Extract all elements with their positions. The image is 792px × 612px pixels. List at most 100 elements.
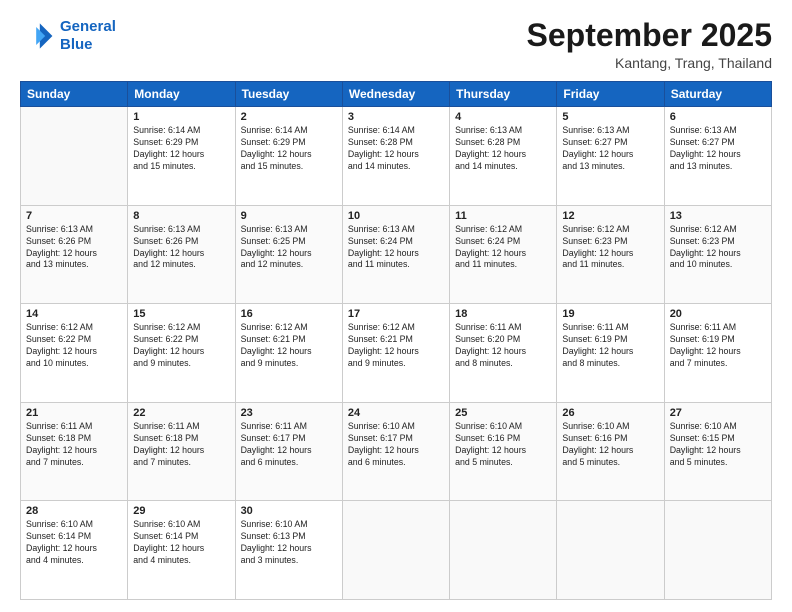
calendar-week-row: 21Sunrise: 6:11 AM Sunset: 6:18 PM Dayli… — [21, 402, 772, 501]
location-subtitle: Kantang, Trang, Thailand — [527, 55, 772, 71]
calendar-cell — [664, 501, 771, 600]
month-title: September 2025 — [527, 18, 772, 53]
calendar-cell: 18Sunrise: 6:11 AM Sunset: 6:20 PM Dayli… — [450, 304, 557, 403]
calendar-cell: 21Sunrise: 6:11 AM Sunset: 6:18 PM Dayli… — [21, 402, 128, 501]
day-number: 25 — [455, 407, 551, 419]
day-number: 13 — [670, 210, 766, 222]
calendar-cell: 16Sunrise: 6:12 AM Sunset: 6:21 PM Dayli… — [235, 304, 342, 403]
day-number: 27 — [670, 407, 766, 419]
day-number: 2 — [241, 111, 337, 123]
calendar-header-row: SundayMondayTuesdayWednesdayThursdayFrid… — [21, 82, 772, 107]
calendar-cell: 6 Sunrise: 6:13 AM Sunset: 6:27 PM Daylig… — [664, 107, 771, 206]
col-header-sunday: Sunday — [21, 82, 128, 107]
cell-info: Sunrise: 6:12 AM Sunset: 6:22 PM Dayligh… — [26, 322, 122, 370]
cell-info: Sunrise: 6:12 AM Sunset: 6:23 PM Dayligh… — [670, 224, 766, 272]
cell-info: Sunrise: 6:13 AM Sunset: 6:24 PM Dayligh… — [348, 224, 444, 272]
cell-info: Sunrise: 6:14 AM Sunset: 6:29 PM Dayligh… — [133, 125, 229, 173]
calendar-cell: 29 Sunrise: 6:10 AM Sunset: 6:14 PM Dayli… — [128, 501, 235, 600]
day-number: 30 — [241, 505, 337, 517]
day-number: 1 — [133, 111, 229, 123]
cell-info: Sunrise: 6:12 AM Sunset: 6:21 PM Dayligh… — [348, 322, 444, 370]
calendar-cell: 17 Sunrise: 6:12 AM Sunset: 6:21 PM Dayli… — [342, 304, 449, 403]
cell-info: Sunrise: 6:11 AM Sunset: 6:18 PM Dayligh… — [133, 421, 229, 469]
calendar-cell: 11 Sunrise: 6:12 AM Sunset: 6:24 PM Dayli… — [450, 205, 557, 304]
day-number: 18 — [455, 308, 551, 320]
cell-info: Sunrise: 6:10 AM Sunset: 6:13 PM Dayligh… — [241, 519, 337, 567]
day-number: 26 — [562, 407, 658, 419]
cell-info: Sunrise: 6:12 AM Sunset: 6:24 PM Dayligh… — [455, 224, 551, 272]
calendar-cell: 2 Sunrise: 6:14 AM Sunset: 6:29 PM Daylig… — [235, 107, 342, 206]
cell-info: Sunrise: 6:10 AM Sunset: 6:14 PM Dayligh… — [133, 519, 229, 567]
day-number: 19 — [562, 308, 658, 320]
calendar-cell — [342, 501, 449, 600]
logo: General Blue — [20, 18, 116, 54]
col-header-wednesday: Wednesday — [342, 82, 449, 107]
calendar-cell: 27 Sunrise: 6:10 AM Sunset: 6:15 PM Dayli… — [664, 402, 771, 501]
cell-info: Sunrise: 6:12 AM Sunset: 6:23 PM Dayligh… — [562, 224, 658, 272]
calendar-week-row: 1 Sunrise: 6:14 AM Sunset: 6:29 PM Daylig… — [21, 107, 772, 206]
calendar-cell: 9Sunrise: 6:13 AM Sunset: 6:25 PM Daylig… — [235, 205, 342, 304]
day-number: 23 — [241, 407, 337, 419]
cell-info: Sunrise: 6:11 AM Sunset: 6:19 PM Dayligh… — [562, 322, 658, 370]
cell-info: Sunrise: 6:10 AM Sunset: 6:16 PM Dayligh… — [562, 421, 658, 469]
day-number: 10 — [348, 210, 444, 222]
calendar-cell: 20 Sunrise: 6:11 AM Sunset: 6:19 PM Dayli… — [664, 304, 771, 403]
cell-info: Sunrise: 6:11 AM Sunset: 6:18 PM Dayligh… — [26, 421, 122, 469]
cell-info: Sunrise: 6:14 AM Sunset: 6:28 PM Dayligh… — [348, 125, 444, 173]
day-number: 7 — [26, 210, 122, 222]
day-number: 3 — [348, 111, 444, 123]
day-number: 28 — [26, 505, 122, 517]
cell-info: Sunrise: 6:13 AM Sunset: 6:25 PM Dayligh… — [241, 224, 337, 272]
cell-info: Sunrise: 6:10 AM Sunset: 6:17 PM Dayligh… — [348, 421, 444, 469]
calendar-cell: 13 Sunrise: 6:12 AM Sunset: 6:23 PM Dayli… — [664, 205, 771, 304]
calendar-cell: 24Sunrise: 6:10 AM Sunset: 6:17 PM Dayli… — [342, 402, 449, 501]
calendar-cell: 28 Sunrise: 6:10 AM Sunset: 6:14 PM Dayli… — [21, 501, 128, 600]
day-number: 11 — [455, 210, 551, 222]
cell-info: Sunrise: 6:10 AM Sunset: 6:16 PM Dayligh… — [455, 421, 551, 469]
day-number: 22 — [133, 407, 229, 419]
day-number: 29 — [133, 505, 229, 517]
cell-info: Sunrise: 6:11 AM Sunset: 6:19 PM Dayligh… — [670, 322, 766, 370]
day-number: 14 — [26, 308, 122, 320]
day-number: 17 — [348, 308, 444, 320]
calendar-table: SundayMondayTuesdayWednesdayThursdayFrid… — [20, 81, 772, 600]
cell-info: Sunrise: 6:13 AM Sunset: 6:26 PM Dayligh… — [26, 224, 122, 272]
calendar-cell: 7 Sunrise: 6:13 AM Sunset: 6:26 PM Daylig… — [21, 205, 128, 304]
logo-line2: Blue — [60, 36, 93, 53]
cell-info: Sunrise: 6:13 AM Sunset: 6:27 PM Dayligh… — [562, 125, 658, 173]
calendar-cell: 30 Sunrise: 6:10 AM Sunset: 6:13 PM Dayli… — [235, 501, 342, 600]
page: General Blue September 2025 Kantang, Tra… — [0, 0, 792, 612]
col-header-thursday: Thursday — [450, 82, 557, 107]
col-header-saturday: Saturday — [664, 82, 771, 107]
day-number: 16 — [241, 308, 337, 320]
logo-line1: General — [60, 18, 116, 35]
day-number: 20 — [670, 308, 766, 320]
calendar-cell: 4Sunrise: 6:13 AM Sunset: 6:28 PM Daylig… — [450, 107, 557, 206]
calendar-cell: 8Sunrise: 6:13 AM Sunset: 6:26 PM Daylig… — [128, 205, 235, 304]
calendar-week-row: 14 Sunrise: 6:12 AM Sunset: 6:22 PM Dayli… — [21, 304, 772, 403]
cell-info: Sunrise: 6:10 AM Sunset: 6:15 PM Dayligh… — [670, 421, 766, 469]
calendar-cell: 14 Sunrise: 6:12 AM Sunset: 6:22 PM Dayli… — [21, 304, 128, 403]
day-number: 6 — [670, 111, 766, 123]
day-number: 5 — [562, 111, 658, 123]
calendar-cell: 3 Sunrise: 6:14 AM Sunset: 6:28 PM Daylig… — [342, 107, 449, 206]
calendar-cell — [557, 501, 664, 600]
calendar-cell: 10 Sunrise: 6:13 AM Sunset: 6:24 PM Dayli… — [342, 205, 449, 304]
logo-icon — [20, 18, 56, 54]
col-header-tuesday: Tuesday — [235, 82, 342, 107]
calendar-cell: 26 Sunrise: 6:10 AM Sunset: 6:16 PM Dayli… — [557, 402, 664, 501]
cell-info: Sunrise: 6:10 AM Sunset: 6:14 PM Dayligh… — [26, 519, 122, 567]
calendar-cell: 22 Sunrise: 6:11 AM Sunset: 6:18 PM Dayli… — [128, 402, 235, 501]
day-number: 15 — [133, 308, 229, 320]
cell-info: Sunrise: 6:14 AM Sunset: 6:29 PM Dayligh… — [241, 125, 337, 173]
calendar-cell — [450, 501, 557, 600]
calendar-cell: 25 Sunrise: 6:10 AM Sunset: 6:16 PM Dayli… — [450, 402, 557, 501]
cell-info: Sunrise: 6:13 AM Sunset: 6:27 PM Dayligh… — [670, 125, 766, 173]
title-block: September 2025 Kantang, Trang, Thailand — [527, 18, 772, 71]
logo-text: General Blue — [60, 18, 116, 54]
header: General Blue September 2025 Kantang, Tra… — [20, 18, 772, 71]
calendar-cell: 19 Sunrise: 6:11 AM Sunset: 6:19 PM Dayli… — [557, 304, 664, 403]
calendar-cell — [21, 107, 128, 206]
calendar-cell: 15Sunrise: 6:12 AM Sunset: 6:22 PM Dayli… — [128, 304, 235, 403]
cell-info: Sunrise: 6:11 AM Sunset: 6:17 PM Dayligh… — [241, 421, 337, 469]
